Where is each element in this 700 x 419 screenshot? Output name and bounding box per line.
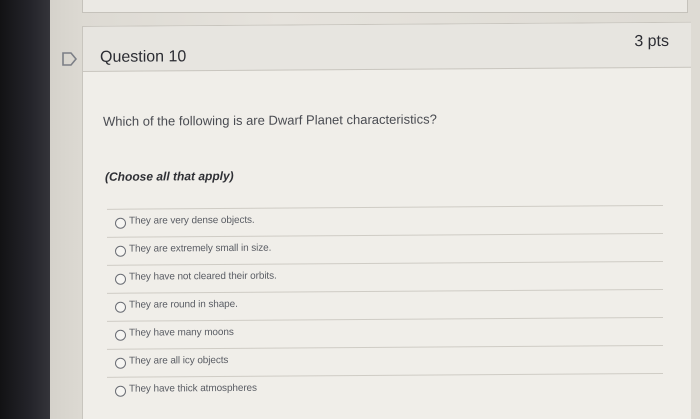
radio-unchecked-icon[interactable] (115, 329, 126, 341)
screenshot-page: Question 10 3 pts Which of the following… (0, 0, 700, 419)
question-card: Question 10 3 pts Which of the following… (82, 21, 691, 419)
radio-unchecked-icon[interactable] (115, 245, 126, 257)
radio-unchecked-icon[interactable] (115, 217, 126, 229)
answer-label[interactable]: They have not cleared their orbits. (129, 271, 277, 283)
radio-unchecked-icon[interactable] (115, 301, 126, 313)
question-title: Question 10 (100, 48, 187, 66)
answer-option[interactable]: They are round in shape. (107, 288, 663, 321)
answer-option[interactable]: They have not cleared their orbits. (107, 260, 663, 293)
answer-option[interactable]: They are extremely small in size. (107, 232, 663, 265)
answer-option[interactable]: They have many moons (107, 316, 663, 349)
answer-label[interactable]: They are very dense objects. (129, 215, 255, 227)
previous-question-card (82, 0, 688, 13)
answer-option[interactable]: They are all icy objects (107, 344, 663, 377)
answer-label[interactable]: They are all icy objects (129, 355, 228, 367)
radio-unchecked-icon[interactable] (115, 357, 126, 369)
radio-unchecked-icon[interactable] (115, 273, 126, 285)
answer-label[interactable]: They have thick atmospheres (129, 383, 257, 395)
question-text: Which of the following is are Dwarf Plan… (103, 111, 437, 129)
question-points: 3 pts (634, 32, 669, 51)
answer-label[interactable]: They have many moons (129, 327, 234, 339)
answer-label[interactable]: They are extremely small in size. (129, 243, 271, 255)
answer-label[interactable]: They are round in shape. (129, 299, 238, 311)
flag-question-icon[interactable] (62, 52, 77, 66)
screen-bezel (0, 0, 50, 419)
answer-option[interactable]: They are very dense objects. (107, 204, 663, 237)
answer-option[interactable]: They have thick atmospheres (107, 372, 663, 405)
question-header: Question 10 3 pts (83, 22, 691, 72)
question-instruction: (Choose all that apply) (105, 168, 234, 184)
radio-unchecked-icon[interactable] (115, 385, 126, 397)
answer-list: They are very dense objects. They are ex… (107, 204, 663, 405)
